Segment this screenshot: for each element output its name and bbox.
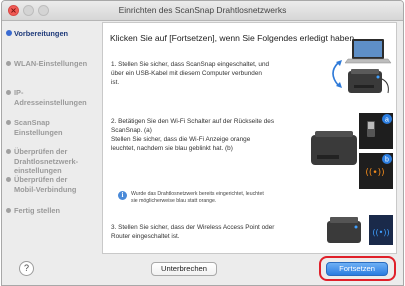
scanner-icon — [348, 69, 382, 93]
step-bullet-icon — [6, 149, 11, 154]
setup-window: × Einrichten des ScanSnap Drahtlosnetzwe… — [1, 0, 404, 286]
sidebar-step-check-wireless: Überprüfen der Drahtlosnetzwerk- einstel… — [6, 147, 100, 176]
sidebar-step-preparations: Vorbereitungen — [6, 29, 100, 39]
window-title: Einrichten des ScanSnap Drahtlosnetzwerk… — [118, 5, 287, 15]
step-bullet-icon — [6, 120, 11, 125]
usb-cable-arrow-icon — [332, 62, 339, 86]
callout-a-label: a — [385, 117, 389, 124]
active-step-bullet-icon — [6, 30, 12, 36]
title-bar: × Einrichten des ScanSnap Drahtlosnetzwe… — [2, 1, 403, 21]
router-illustration: ((•)) — [327, 215, 393, 245]
laptop-icon — [344, 39, 392, 64]
sidebar-step-scansnap-settings: ScanSnap Einstellungen — [6, 118, 100, 137]
steps-sidebar: Vorbereitungen WLAN-Einstellungen IP- Ad… — [2, 22, 100, 254]
instruction-step-2: 2. Betätigen Sie den Wi-Fi Schalter auf … — [111, 118, 275, 152]
sidebar-step-check-mobile: Überprüfen der Mobil-Verbindung — [6, 175, 100, 194]
scanner-icon — [327, 217, 361, 243]
sidebar-step-finish: Fertig stellen — [6, 206, 100, 216]
step-bullet-icon — [6, 177, 11, 182]
sidebar-step-wlan-settings: WLAN-Einstellungen — [6, 59, 100, 69]
step-bullet-icon — [6, 208, 11, 213]
instruction-step-3: 3. Stellen Sie sicher, dass der Wireless… — [111, 224, 275, 240]
usb-connection-illustration — [332, 39, 392, 94]
wifi-signal-icon: ((•)) — [372, 228, 389, 237]
callout-b-label: b — [385, 157, 389, 164]
wifi-led-icon: ((•)) — [365, 168, 384, 178]
step-bullet-icon — [6, 61, 11, 66]
step-bullet-icon — [6, 90, 11, 95]
sidebar-step-ip-settings: IP- Adresseinstellungen — [6, 88, 100, 107]
continue-button[interactable]: Fortsetzen — [326, 262, 388, 276]
info-icon: i — [118, 191, 127, 200]
cancel-button[interactable]: Unterbrechen — [151, 262, 217, 276]
scanner-back-icon — [311, 131, 357, 165]
help-button[interactable]: ? — [19, 261, 34, 276]
info-note: Wurde das Drahtlosnetzwerk bereits einge… — [131, 191, 264, 204]
instruction-step-1: 1. Stellen Sie sicher, dass ScanSnap ein… — [111, 61, 270, 86]
instructions-panel: Klicken Sie auf [Fortsetzen], wenn Sie F… — [102, 22, 397, 254]
footer-bar: ? Unterbrechen Fortsetzen — [2, 255, 403, 285]
wifi-switch-illustration: a ((•)) b — [311, 113, 393, 189]
